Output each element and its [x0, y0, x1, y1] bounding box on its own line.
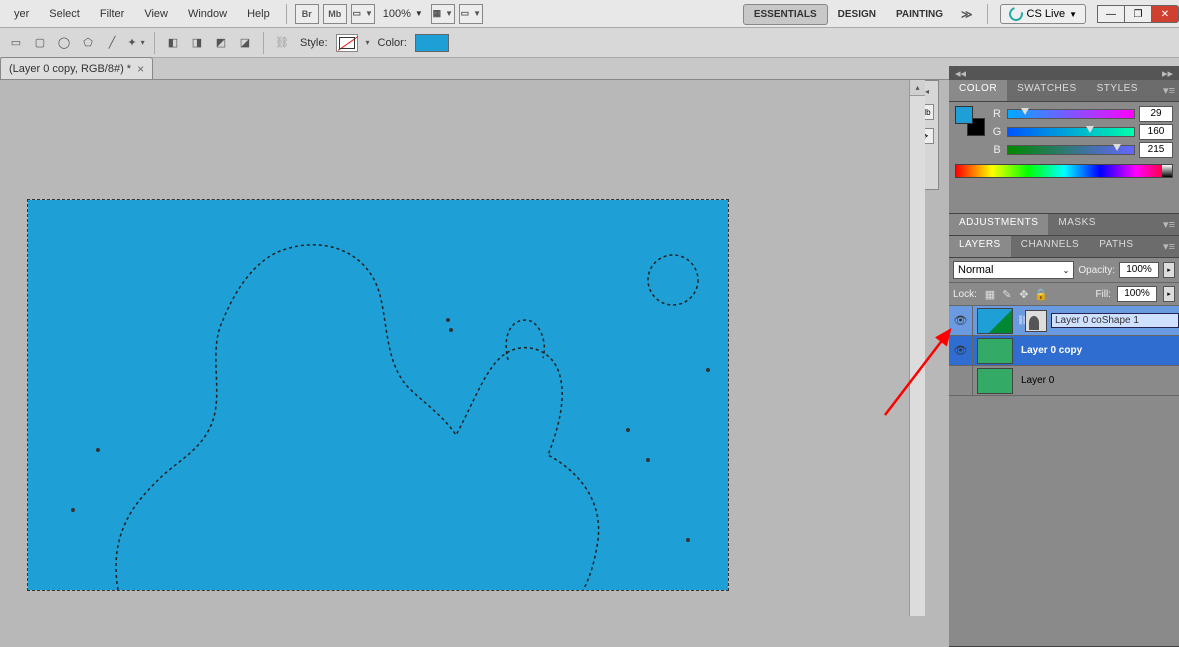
layers-panel-menu-icon[interactable]: ▾≡: [1144, 236, 1179, 257]
foreground-background-swatch[interactable]: [955, 106, 985, 136]
vector-mask-thumbnail[interactable]: [1025, 310, 1047, 332]
visibility-toggle-icon[interactable]: 👁: [949, 306, 973, 335]
r-value[interactable]: 29: [1139, 106, 1173, 122]
opacity-flyout-icon[interactable]: ▸: [1163, 262, 1175, 278]
vertical-scrollbar[interactable]: ▴: [909, 80, 925, 616]
screen-mode-icon[interactable]: ▭▼: [351, 4, 375, 24]
workspace-more-icon[interactable]: ≫: [953, 8, 981, 21]
color-panel-tabs: COLOR SWATCHES STYLES ▾≡: [949, 80, 1179, 102]
canvas-area[interactable]: [0, 80, 909, 632]
opacity-label: Opacity:: [1078, 265, 1115, 276]
blend-mode-select[interactable]: Normal⌄: [953, 261, 1074, 279]
menu-view[interactable]: View: [134, 4, 178, 24]
lock-all-icon[interactable]: 🔒: [1034, 287, 1048, 301]
adjustments-panel-tabs: ADJUSTMENTS MASKS ▾≡: [949, 214, 1179, 236]
layer-row-shape1[interactable]: 👁 ⛓ Layer 0 coShape 1: [949, 306, 1179, 336]
zoom-dropdown[interactable]: 100%▼: [383, 8, 423, 20]
tab-masks[interactable]: MASKS: [1048, 214, 1106, 235]
tab-swatches[interactable]: SWATCHES: [1007, 80, 1087, 101]
fill-flyout-icon[interactable]: ▸: [1163, 286, 1175, 302]
lock-pixels-icon[interactable]: ✎: [1000, 287, 1014, 301]
b-slider[interactable]: [1007, 145, 1135, 155]
color-panel: R 29 G 160 B 215: [949, 102, 1179, 214]
chain-icon[interactable]: ⛓: [272, 35, 292, 51]
layer-row-layer0[interactable]: 👁 Layer 0: [949, 366, 1179, 396]
cslive-button[interactable]: CS Live ▼: [1000, 4, 1086, 24]
minimize-button[interactable]: —: [1097, 5, 1125, 23]
lock-transparent-icon[interactable]: ▦: [983, 287, 997, 301]
line-shape-icon[interactable]: ╱: [102, 35, 122, 51]
b-value[interactable]: 215: [1139, 142, 1173, 158]
b-label: B: [991, 144, 1003, 156]
fill-color-swatch[interactable]: [415, 34, 449, 52]
opacity-value[interactable]: 100%: [1119, 262, 1159, 278]
layer-rename-input[interactable]: Layer 0 coShape 1: [1051, 313, 1179, 328]
adj-panel-menu-icon[interactable]: ▾≡: [1106, 214, 1179, 235]
cslive-icon: [1006, 4, 1025, 23]
document-tab[interactable]: (Layer 0 copy, RGB/8#) * ×: [0, 57, 153, 79]
r-slider[interactable]: [1007, 109, 1135, 119]
visibility-toggle-icon[interactable]: 👁: [949, 336, 973, 365]
menu-help[interactable]: Help: [237, 4, 280, 24]
layer-name: Layer 0 copy: [1017, 345, 1179, 356]
rectangle-shape-icon[interactable]: ▭: [6, 35, 26, 51]
tab-paths[interactable]: PATHS: [1089, 236, 1143, 257]
layers-panel-tabs: LAYERS CHANNELS PATHS ▾≡: [949, 236, 1179, 258]
tab-layers[interactable]: LAYERS: [949, 236, 1011, 257]
lock-position-icon[interactable]: ✥: [1017, 287, 1031, 301]
close-tab-icon[interactable]: ×: [137, 62, 144, 76]
layer-link-icon: ⛓: [1017, 315, 1025, 326]
layer-thumbnail[interactable]: [977, 338, 1013, 364]
path-mode-exclude-icon[interactable]: ◪: [235, 35, 255, 51]
menu-bar: yer Select Filter View Window Help Br Mb…: [0, 0, 1179, 28]
right-panel-column: ◂◂▸▸ COLOR SWATCHES STYLES ▾≡ R 29 G 160: [949, 66, 1179, 632]
close-button[interactable]: ✕: [1151, 5, 1179, 23]
options-bar: ▭ ▢ ◯ ⬠ ╱ ✦▾ ◧ ◨ ◩ ◪ ⛓ Style: ▾ Color:: [0, 28, 1179, 58]
g-slider[interactable]: [1007, 127, 1135, 137]
r-label: R: [991, 108, 1003, 120]
workspace-painting[interactable]: PAINTING: [886, 5, 953, 24]
workspace-design[interactable]: DESIGN: [828, 5, 886, 24]
tab-styles[interactable]: STYLES: [1087, 80, 1148, 101]
ellipse-shape-icon[interactable]: ◯: [54, 35, 74, 51]
fill-value[interactable]: 100%: [1117, 286, 1157, 302]
layer-thumbnail[interactable]: [977, 308, 1013, 334]
color-spectrum[interactable]: [955, 164, 1173, 178]
restore-button[interactable]: ❐: [1124, 5, 1152, 23]
lock-label: Lock:: [953, 289, 977, 300]
path-mode-add-icon[interactable]: ◧: [163, 35, 183, 51]
tab-channels[interactable]: CHANNELS: [1011, 236, 1089, 257]
visibility-toggle-icon[interactable]: 👁: [949, 366, 973, 395]
layer-row-layer0copy[interactable]: 👁 Layer 0 copy: [949, 336, 1179, 366]
menu-select[interactable]: Select: [39, 4, 90, 24]
menu-filter[interactable]: Filter: [90, 4, 134, 24]
fill-label: Fill:: [1095, 289, 1111, 300]
polygon-shape-icon[interactable]: ⬠: [78, 35, 98, 51]
path-mode-intersect-icon[interactable]: ◩: [211, 35, 231, 51]
workspace-essentials[interactable]: ESSENTIALS: [743, 4, 828, 25]
custom-shape-icon[interactable]: ✦▾: [126, 35, 146, 51]
style-picker[interactable]: [336, 34, 358, 52]
menu-layer[interactable]: yer: [4, 4, 39, 24]
tab-adjustments[interactable]: ADJUSTMENTS: [949, 214, 1048, 235]
layers-list: 👁 ⛓ Layer 0 coShape 1 👁 Layer 0 copy 👁 L…: [949, 306, 1179, 396]
g-value[interactable]: 160: [1139, 124, 1173, 140]
style-label: Style:: [300, 37, 328, 49]
arrange-docs-icon[interactable]: ▦▼: [431, 4, 455, 24]
panel-menu-icon[interactable]: ▾≡: [1148, 80, 1179, 101]
minibridge-icon[interactable]: Mb: [323, 4, 347, 24]
screen-icon[interactable]: ▭▼: [459, 4, 483, 24]
layers-panel: Normal⌄ Opacity: 100% ▸ Lock: ▦ ✎ ✥ 🔒 Fi…: [949, 258, 1179, 647]
color-label: Color:: [378, 37, 407, 49]
path-mode-subtract-icon[interactable]: ◨: [187, 35, 207, 51]
layer-name: Layer 0: [1017, 375, 1179, 386]
layer-thumbnail[interactable]: [977, 368, 1013, 394]
g-label: G: [991, 126, 1003, 138]
menu-window[interactable]: Window: [178, 4, 237, 24]
selection-marquee: [28, 200, 728, 590]
bridge-icon[interactable]: Br: [295, 4, 319, 24]
document-canvas[interactable]: [28, 200, 728, 590]
tab-color[interactable]: COLOR: [949, 80, 1007, 101]
rounded-rect-shape-icon[interactable]: ▢: [30, 35, 50, 51]
